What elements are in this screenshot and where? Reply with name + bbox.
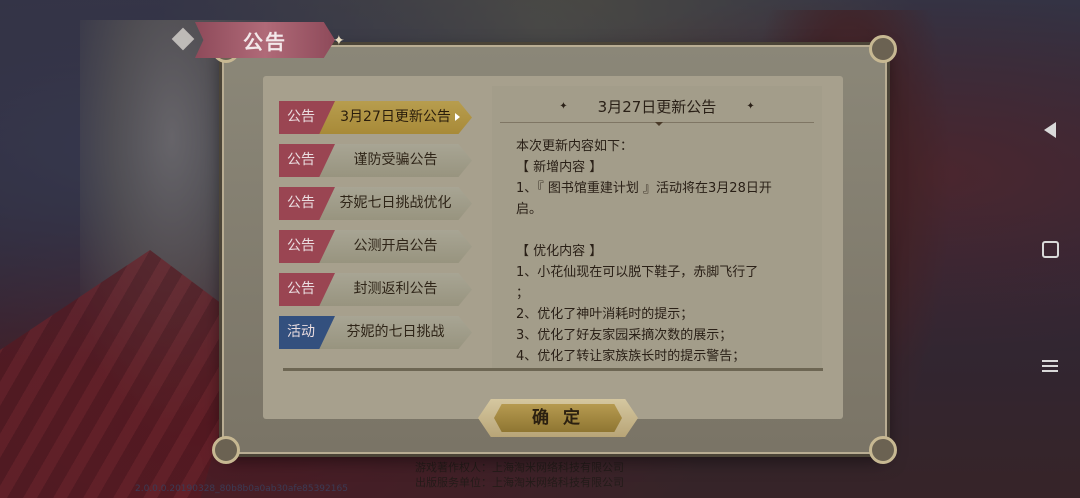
- sparkle-icon: ✦: [559, 100, 568, 112]
- content-line: ；: [516, 286, 530, 301]
- content-header: ✦ 3月27日更新公告 ✦: [492, 92, 822, 120]
- content-line: 启。: [516, 202, 543, 217]
- back-icon[interactable]: [1040, 120, 1060, 140]
- content-line: 3、优化了好友家园采摘次数的展示；: [516, 328, 733, 343]
- build-version: 2.0.0.0.20190328_80b8b0a0ab30afe85392165: [135, 484, 348, 494]
- announcement-tab[interactable]: 公告 公测开启公告: [279, 230, 472, 263]
- home-icon[interactable]: [1040, 238, 1060, 258]
- content-line: 【 优化内容 】: [516, 244, 603, 259]
- announcement-tab[interactable]: 公告 芬妮七日挑战优化: [279, 187, 472, 220]
- tab-label: 封测返利公告: [353, 281, 438, 297]
- announcement-tab[interactable]: 公告 谨防受骗公告: [279, 144, 472, 177]
- content-line: 2、优化了神叶消耗时的提示；: [516, 307, 694, 322]
- confirm-button[interactable]: 确 定: [478, 399, 638, 437]
- content-line: 1、『 图书馆重建计划 』活动将在3月28日开: [516, 181, 772, 196]
- credit-copyright: 游戏著作权人：上海淘米网络科技有限公司: [415, 461, 624, 474]
- header-divider-tick: [655, 122, 663, 126]
- tab-label: 芬妮的七日挑战: [346, 324, 445, 340]
- corner-ornament-icon: [869, 35, 897, 63]
- content-line: 本次更新内容如下：: [516, 139, 634, 154]
- dialog-title: 公告: [195, 22, 335, 58]
- content-bottom-divider: [283, 368, 823, 371]
- announcement-content[interactable]: ✦ 3月27日更新公告 ✦ 本次更新内容如下： 【 新增内容 】 1、『 图书馆重建…: [492, 86, 822, 370]
- content-title: 3月27日更新公告: [597, 97, 717, 116]
- menu-icon[interactable]: [1040, 357, 1060, 377]
- announcement-tab[interactable]: 公告 封测返利公告: [279, 273, 472, 306]
- footer-credits: 游戏著作权人：上海淘米网络科技有限公司 出版服务单位：上海淘米网络科技有限公司: [415, 460, 735, 490]
- confirm-button-label: 确 定: [532, 408, 584, 428]
- content-line: 1、小花仙现在可以脱下鞋子，赤脚飞行了: [516, 265, 759, 280]
- game-screen: 游戏著作权人：上海淘米网络科技有限公司 出版服务单位：上海淘米网络科技有限公司 …: [0, 0, 1080, 498]
- sparkle-icon: ✦: [746, 100, 755, 112]
- announcement-tab[interactable]: 公告 3月27日更新公告: [279, 101, 472, 134]
- tab-label: 公测开启公告: [353, 238, 438, 254]
- corner-ornament-icon: [869, 436, 897, 464]
- content-body: 本次更新内容如下： 【 新增内容 】 1、『 图书馆重建计划 』活动将在3月28日开…: [516, 136, 806, 367]
- sparkle-icon: ✦: [333, 33, 345, 49]
- system-nav-bar: [1020, 0, 1080, 498]
- corner-ornament-icon: [212, 436, 240, 464]
- credit-publisher: 出版服务单位：上海淘米网络科技有限公司: [415, 476, 624, 489]
- tab-label: 3月27日更新公告: [340, 109, 451, 125]
- content-line: [516, 220, 806, 241]
- tab-label: 芬妮七日挑战优化: [339, 195, 452, 211]
- selected-arrow-icon: [455, 113, 460, 121]
- content-line: 【 新增内容 】: [516, 160, 603, 175]
- tab-label: 谨防受骗公告: [353, 152, 438, 168]
- announcement-tab[interactable]: 活动 芬妮的七日挑战: [279, 316, 472, 349]
